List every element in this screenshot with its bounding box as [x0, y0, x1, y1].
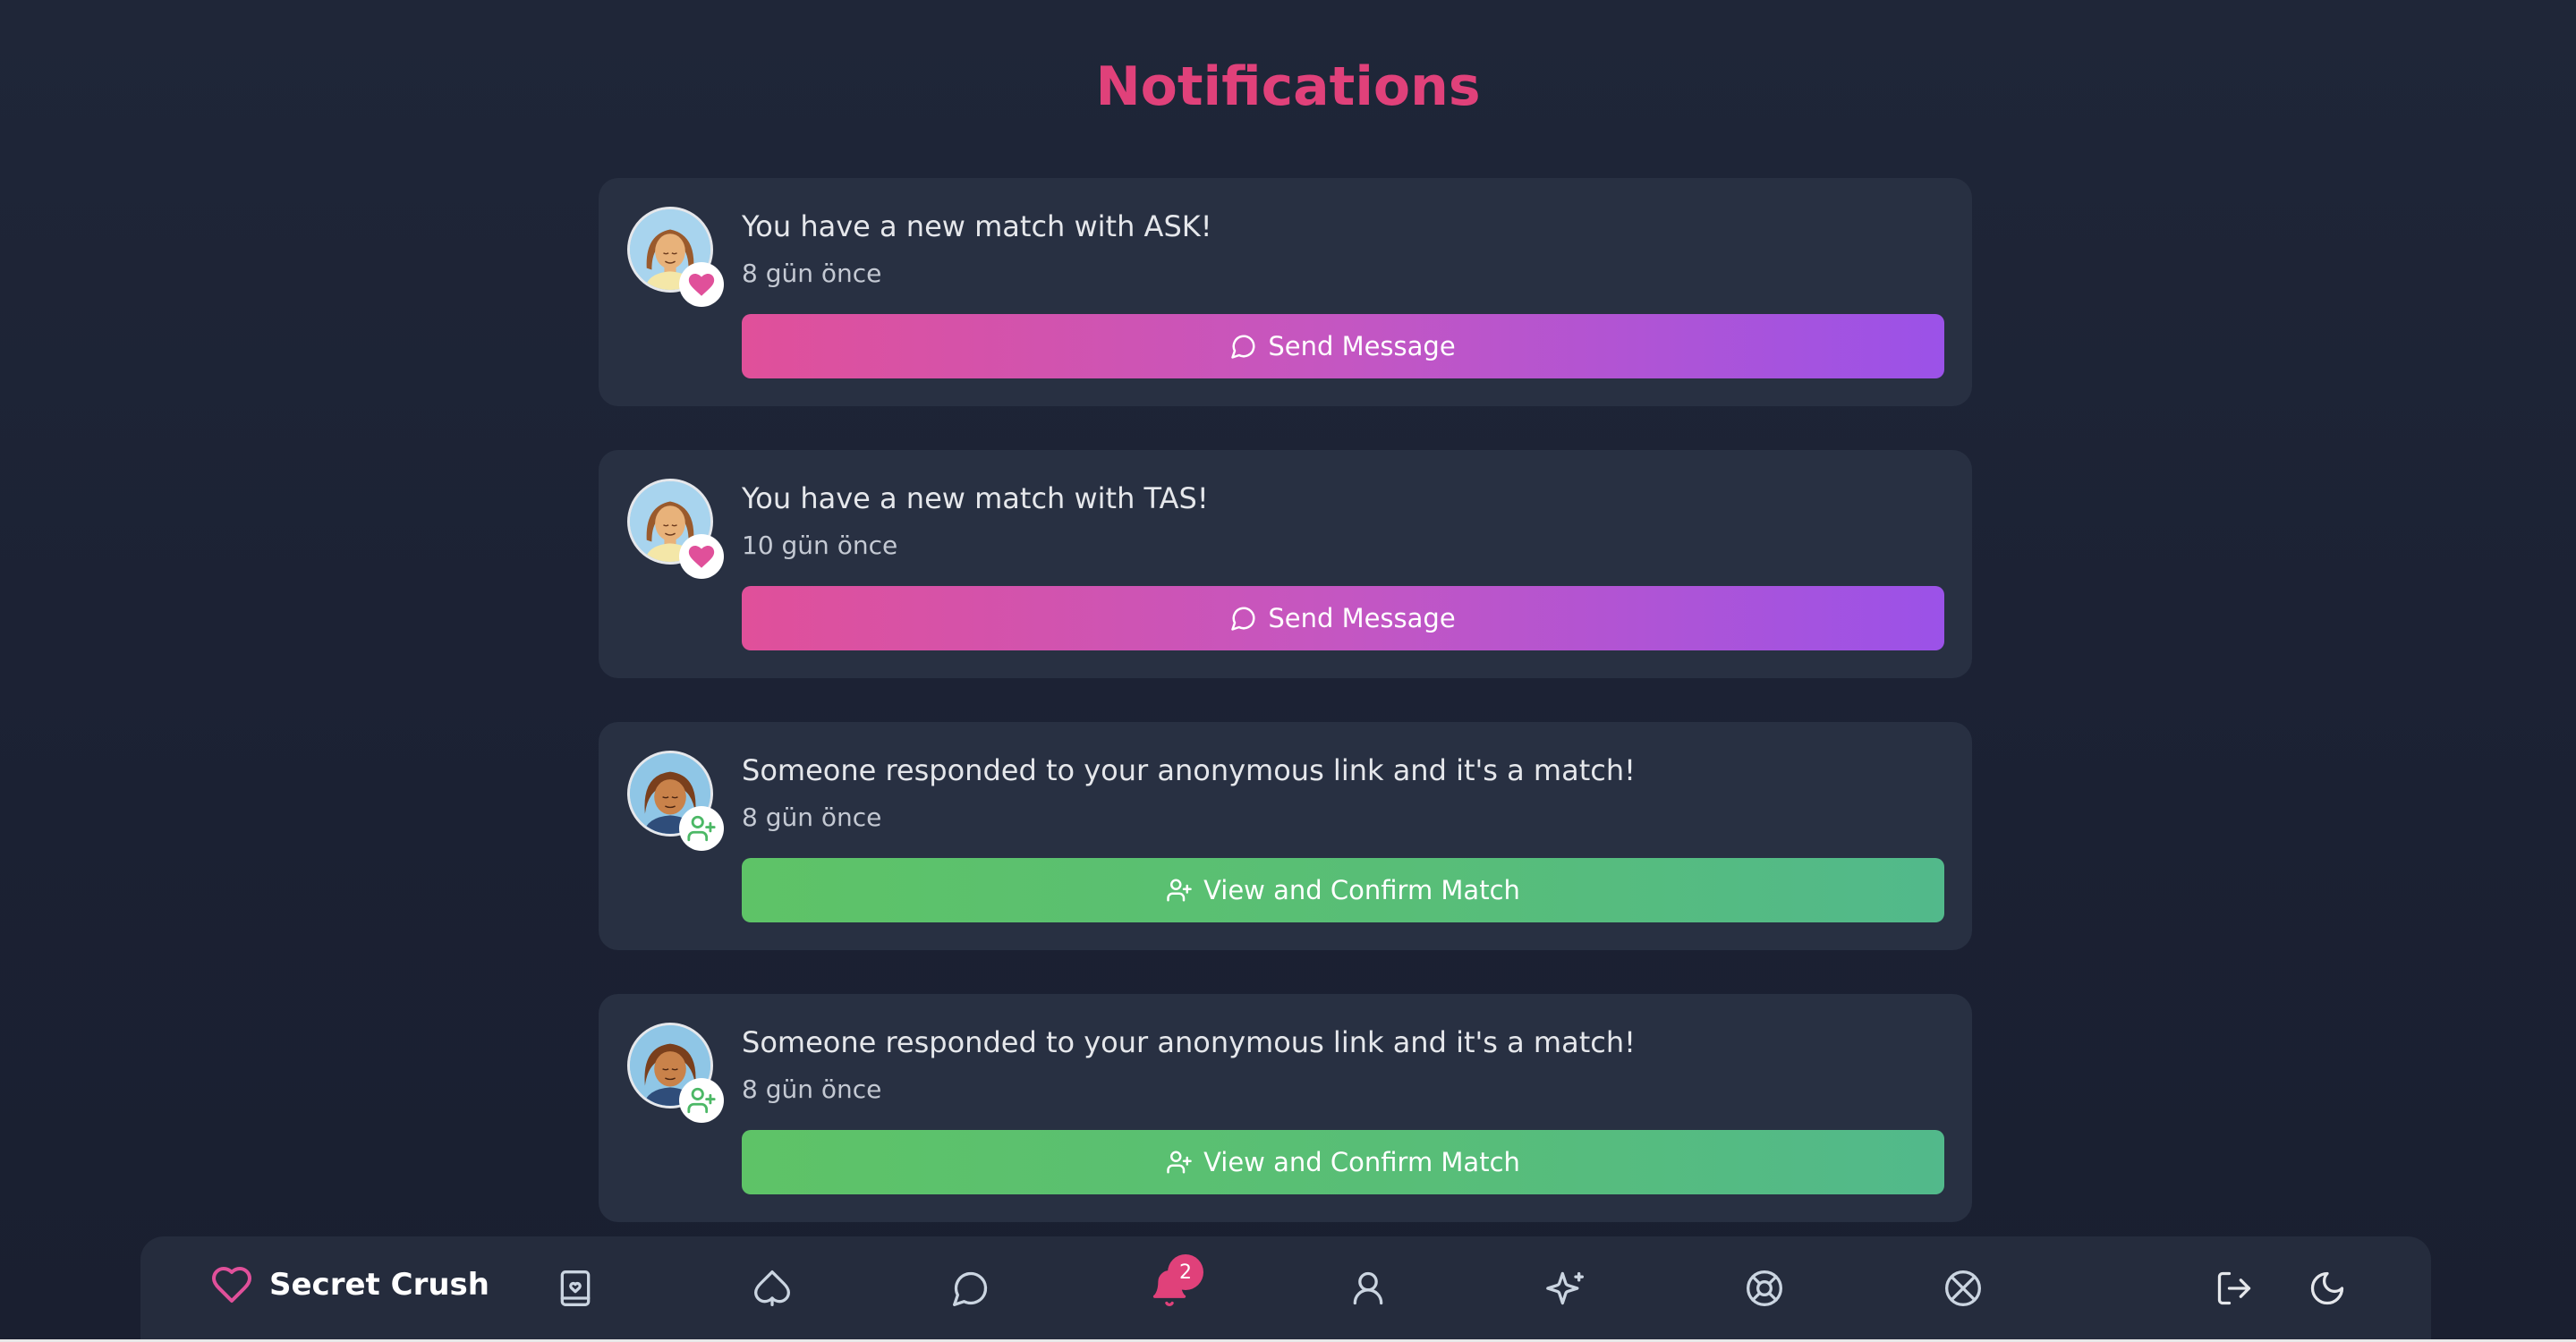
notification-time: 8 gün önce — [742, 803, 882, 832]
heart-icon — [688, 273, 715, 296]
nav-book-heart[interactable] — [550, 1263, 600, 1313]
notification-time: 8 gün önce — [742, 259, 882, 288]
badge — [679, 262, 724, 307]
bottom-navbar: Secret Crush 2 — [140, 1236, 2431, 1342]
notification-message: Someone responded to your anonymous link… — [742, 1025, 1636, 1059]
view-confirm-match-button[interactable]: View and Confirm Match — [742, 858, 1944, 922]
notification-card: Someone responded to your anonymous link… — [599, 722, 1972, 950]
sparkles-icon — [1546, 1271, 1584, 1305]
notification-time: 10 gün önce — [742, 531, 898, 560]
notification-card: You have a new match with ASK! 8 gün önc… — [599, 178, 1972, 406]
badge — [679, 534, 724, 579]
nav-messages[interactable] — [946, 1263, 996, 1313]
avatar[interactable] — [627, 751, 724, 851]
notifications-page: Notifications You have a new match with … — [0, 0, 2576, 1342]
logout-icon — [2217, 1271, 2251, 1305]
brand-logo[interactable]: Secret Crush — [210, 1263, 489, 1306]
notification-card: Someone responded to your anonymous link… — [599, 994, 1972, 1222]
avatar[interactable] — [627, 207, 724, 307]
notification-message: Someone responded to your anonymous link… — [742, 753, 1636, 787]
avatar[interactable] — [627, 1023, 724, 1123]
nav-sparkles[interactable] — [1541, 1263, 1591, 1313]
user-plus-icon — [687, 1087, 716, 1114]
moon-icon — [2310, 1271, 2344, 1305]
brand-name: Secret Crush — [269, 1267, 489, 1303]
notification-text: Someone responded to your anonymous link… — [742, 752, 1636, 834]
heart-icon — [688, 545, 715, 568]
user-plus-icon — [687, 815, 716, 842]
nav-profile[interactable] — [1343, 1263, 1393, 1313]
nav-theme-toggle[interactable] — [2302, 1263, 2352, 1313]
button-label: Send Message — [1268, 603, 1456, 633]
button-label: Send Message — [1268, 331, 1456, 361]
user-plus-icon — [1167, 1151, 1192, 1174]
nav-support[interactable] — [1739, 1263, 1790, 1313]
nav-logout[interactable] — [2209, 1263, 2259, 1313]
notification-count-badge: 2 — [1168, 1254, 1203, 1290]
notification-text: You have a new match with TAS! 10 gün ön… — [742, 480, 1209, 562]
send-message-button[interactable]: Send Message — [742, 314, 1944, 378]
lifebuoy-icon — [1747, 1270, 1782, 1306]
notification-card: You have a new match with TAS! 10 gün ön… — [599, 450, 1972, 678]
notification-message: You have a new match with ASK! — [742, 209, 1212, 243]
nav-blocked[interactable] — [1938, 1263, 1988, 1313]
chat-bubble-icon — [1231, 335, 1255, 359]
book-heart-icon — [560, 1270, 591, 1306]
notification-list: You have a new match with ASK! 8 gün önc… — [599, 178, 1972, 1266]
button-label: View and Confirm Match — [1203, 875, 1520, 905]
send-message-button[interactable]: Send Message — [742, 586, 1944, 650]
user-plus-icon — [1167, 879, 1192, 902]
avatar[interactable] — [627, 479, 724, 579]
crossed-circle-icon — [1945, 1270, 1981, 1306]
notification-message: You have a new match with TAS! — [742, 481, 1209, 515]
view-confirm-match-button[interactable]: View and Confirm Match — [742, 1130, 1944, 1194]
notification-text: Someone responded to your anonymous link… — [742, 1024, 1636, 1106]
chat-bubble-icon — [1231, 607, 1255, 631]
badge — [679, 1078, 724, 1123]
page-title: Notifications — [1095, 55, 1481, 118]
heart-icon — [212, 1267, 251, 1303]
chat-bubble-icon — [953, 1271, 988, 1306]
notification-time: 8 gün önce — [742, 1074, 882, 1104]
nav-spade[interactable] — [747, 1263, 797, 1313]
spade-icon — [754, 1270, 790, 1306]
user-icon — [1353, 1271, 1383, 1305]
nav-notifications[interactable]: 2 — [1144, 1254, 1203, 1313]
button-label: View and Confirm Match — [1203, 1147, 1520, 1177]
notification-text: You have a new match with ASK! 8 gün önc… — [742, 208, 1212, 290]
badge — [679, 806, 724, 851]
